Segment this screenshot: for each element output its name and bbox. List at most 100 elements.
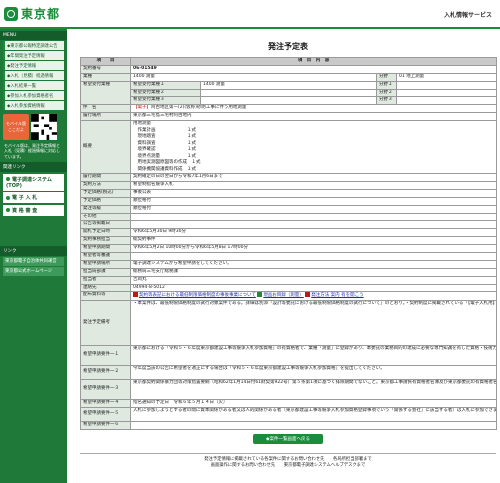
announce-value (130, 220, 497, 230)
row-label: 配布資料等 (80, 291, 131, 301)
qr-code-icon (31, 114, 57, 140)
e-procurement-top-button[interactable]: 電子調達システム(TOP) (3, 173, 64, 191)
field-value: 01 地上測量 (396, 72, 497, 82)
table-row: 開札予定日時 令和6年5月30日 9時30分 (80, 228, 497, 238)
grade-value: 順位格付 (130, 204, 497, 214)
row-label: 業種 (80, 72, 131, 82)
row-label: 希望申請要件一４ (80, 398, 131, 408)
spec-period-value (130, 252, 497, 261)
table-row: 契約事務担当 総契約事件 (80, 236, 497, 246)
table-row: 件 名 【電子】阿古地区第一(2)(仮称)砂防工事に伴う用地測量 (80, 104, 497, 114)
table-row: 希望申請要件一５ 入札に参加しようとする者の間に資本関係がある者又は人的関係があ… (80, 406, 497, 422)
phone-value: 04994-8-5012 (130, 283, 497, 293)
row-label: 希望受付業種 (80, 80, 131, 106)
doc-link-estimate[interactable]: 現品お目録（測量） (263, 293, 304, 298)
person-value: 吉岡丸 (130, 275, 497, 285)
req5-value: 入札に参加しようとする者の間に資本関係がある者又は人的関係がある者（東京都建設工… (130, 406, 497, 422)
sidebar-link-bid-progress[interactable]: ◆入札（見積）経過情報 (3, 71, 64, 80)
table-row: 希望申請要件一４ 指名通知の予定日 令和６年５月１４日（火） (80, 398, 497, 408)
field-value-1 (396, 80, 497, 90)
row-label: 履行場所 (80, 112, 131, 122)
table-row: 配布資料等 契約等表記における最低制限価格制度の事後事業について 現品お目録（測… (80, 291, 497, 301)
table-row: 契約番号 06-01549 (80, 64, 497, 74)
e-bidding-label: 電 子 入 札 (12, 195, 38, 202)
header-item: 項 目 (80, 57, 131, 66)
row-label: 希望申請期間 (80, 244, 131, 254)
logo-text: 東京都 (21, 7, 61, 21)
top-bar: 東京都 入札情報サービス (0, 0, 500, 29)
sidebar-link-order-plan[interactable]: ◆発注予定情報 (3, 61, 64, 70)
back-to-list-button[interactable]: ◆案件一覧画面へ戻る (253, 433, 323, 444)
desired-value-2 (200, 88, 377, 98)
req2-value: 今年度当該の公告に希望者を適正にする場合は「令和５・６年度東京都建設工事等競争入… (130, 364, 497, 380)
doc-link-min-price[interactable]: 契約等表記における最低制限価格制度の事後事業について (139, 293, 256, 298)
doc-link-method[interactable]: 発注方法 案内 有を開こう (311, 293, 363, 298)
table-row: 担当局部課 総務局三宅支庁総務課 (80, 267, 497, 277)
table-row: 発注等級 順位格付 (80, 204, 497, 214)
table-row: 履行場所 東京都三宅島三宅村阿古地内 (80, 112, 497, 122)
row-label: 契約番号 (80, 64, 131, 74)
location-value: 東京都三宅島三宅村阿古地内 (130, 112, 497, 122)
sidebar-link-qualification-info[interactable]: ◆入札参加資格情報 (3, 101, 64, 110)
header-content: 項 目 内 容 (130, 57, 497, 66)
sidebar-link-gazette[interactable]: ◆東京都公報特定調達公告 (3, 41, 64, 50)
e-bidding-button[interactable]: 電 子 入 札 (3, 192, 64, 204)
field-label: 分野 (376, 72, 397, 82)
table-row: 発注予定備考 ・本案件は、最低制限価格制度の試行対象案件である。詳細は別添「設計… (80, 299, 497, 346)
desired-label-1: 希望受付業種１ (130, 80, 201, 90)
row-label: 希望申請要件一６ (80, 420, 131, 430)
table-row: 予定価格(税込) 事後公表 (80, 188, 497, 198)
req1-value: 東京都における「令和５・６年度東京都建設工事等競争入札参加資格」の有資格者で、業… (130, 344, 497, 366)
notes-value: ・本案件は、最低制限価格制度の試行対象案件である。詳細は別添「設計等委託における… (130, 299, 497, 346)
row-label: 連絡先 (80, 283, 131, 293)
desired-label-2: 希望受付業種２ (130, 88, 201, 98)
sidebar: MENU ◆東京都公報特定調達公告 ◆年間発注予定情報 ◆発注予定情報 ◆入札（… (0, 29, 67, 483)
table-row: その他 (80, 212, 497, 222)
sidebar-link-tokyo-official[interactable]: 東京都公式ホームページ (3, 266, 64, 276)
table-row: 希望申請要件一１ 東京都における「令和５・６年度東京都建設工事等競争入札参加資格… (80, 344, 497, 366)
row-label: 担当者 (80, 275, 131, 285)
table-row: 希望申請要件一３ 東京都契約関係暴力団等対策措置要綱（昭和62年1月14日付61… (80, 378, 497, 400)
tokyo-emblem-icon (4, 6, 18, 21)
mobile-version-badge[interactable]: モバイル版 ここだよ (3, 114, 29, 140)
row-label: その他 (80, 212, 131, 222)
table-row: 契約方法 希望制指名競争入札 (80, 181, 497, 190)
sidebar-menu-heading: MENU (0, 31, 67, 40)
row-label: 希望申請要件一２ (80, 364, 131, 380)
table-row: 希望申請要件一６ (80, 420, 497, 430)
desired-value-1: 1400 測量 (200, 80, 377, 90)
req4-value: 指名通知の予定日 令和６年５月１４日（火） (130, 398, 497, 408)
desired-value-3 (200, 96, 377, 106)
e-tag: 【電子】 (133, 105, 151, 111)
req3-value: 東京都契約関係暴力団等対策措置要綱（昭和62年1月14日付61財契第922号）第… (130, 378, 497, 400)
table-row: 希望申請要件一２ 今年度当該の公告に希望者を適正にする場合は「令和５・６年度東京… (80, 364, 497, 380)
table-row: 希望申請場所 電子調達システムから希望申請をしてください。 (80, 259, 497, 269)
req6-value (130, 420, 497, 430)
project-name-text: 阿古地区第一(2)(仮称)砂防工事に伴う用地測量 (151, 105, 247, 111)
sidebar-footer-heading: リンク (0, 245, 67, 256)
period-value: 契約確定の日の翌日から令和7年1月6日まで (130, 173, 497, 183)
sidebar-link-qualified-list[interactable]: ◆参加入札参加資格者名 (3, 91, 64, 100)
order-plan-table: 項 目 項 目 内 容 契約番号 06-01549 業種 1400 測量 分野 … (80, 57, 497, 430)
sidebar-link-bid-results[interactable]: ◆入札結果一覧 (3, 81, 64, 90)
row-label: 希望者等審議 (80, 252, 131, 261)
tokyo-logo[interactable]: 東京都 (4, 5, 60, 22)
table-row: 公告等掲載日 (80, 220, 497, 230)
row-label: 予定価格 (80, 196, 131, 206)
apply-period-value: 令和6年5月2日 10時00分から令和6年5月8日 17時00分 (130, 244, 497, 254)
site-title: 入札情報サービス (443, 12, 492, 19)
category-value: 1400 測量 (130, 72, 377, 82)
sidebar-link-e-gov[interactable]: 東京都電子自治体共同運営 (3, 256, 64, 266)
qualification-review-label: 資 格 審 査 (12, 207, 38, 214)
qualification-review-button[interactable]: 資 格 審 査 (3, 204, 64, 216)
open-date-value: 令和6年5月30日 9時30分 (130, 228, 497, 238)
bullet-icon (6, 208, 10, 213)
table-row: 履行期間 契約確定の日の翌日から令和7年1月6日まで (80, 173, 497, 183)
table-row: 業種 1400 測量 分野 01 地上測量 (80, 72, 497, 82)
project-name: 【電子】阿古地区第一(2)(仮称)砂防工事に伴う用地測量 (130, 104, 497, 114)
sidebar-link-annual-plan[interactable]: ◆年間発注予定情報 (3, 51, 64, 60)
row-label: 契約事務担当 (80, 236, 131, 246)
footer-help-line: 画面操作に関するお問い合わせ先 東京都電子調達システムヘルプデスクまで (210, 463, 366, 468)
summary-value: 用地測量 作業計画 １式 現地踏査 １式 資料調査 １式 境界確認 １式 境界点… (130, 120, 497, 175)
row-label: 希望申請要件一３ (80, 378, 131, 400)
